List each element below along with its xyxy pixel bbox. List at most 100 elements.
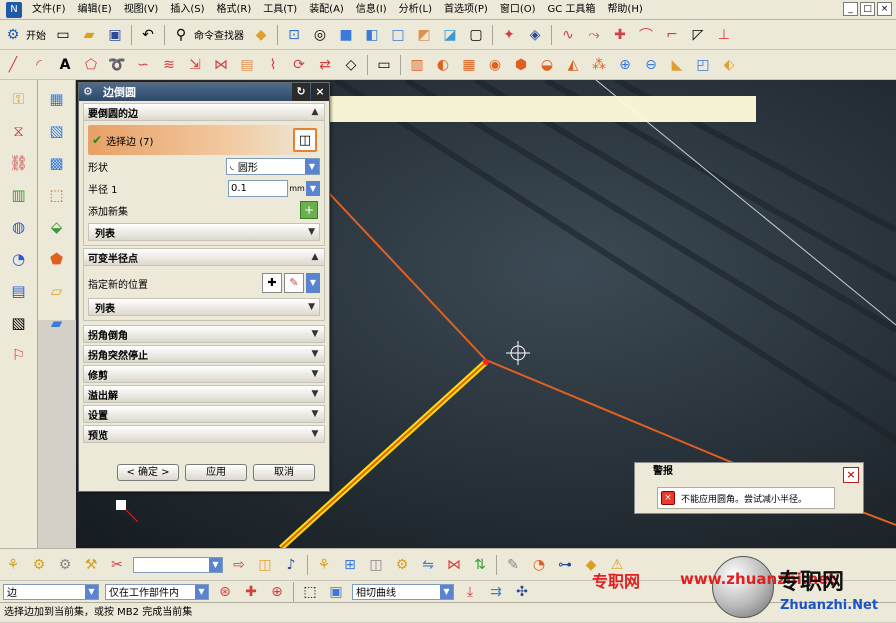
menu-help[interactable]: 帮助(H)	[601, 0, 648, 20]
save-icon[interactable]: ▣	[104, 24, 126, 46]
background-icon[interactable]: ▢	[465, 24, 487, 46]
component-filter-icon[interactable]: ✂	[106, 554, 128, 576]
wave-curve-icon[interactable]: ⌇	[262, 54, 284, 76]
datum-icon[interactable]: ◇	[340, 54, 362, 76]
menu-analysis[interactable]: 分析(L)	[393, 0, 438, 20]
clearance-icon[interactable]: ◫	[365, 554, 387, 576]
reset-icon[interactable]: ↻	[292, 83, 310, 101]
menu-gc-toolbox[interactable]: GC 工具箱	[542, 0, 602, 20]
move-component-icon[interactable]: ⇨	[228, 554, 250, 576]
follow-fillet-icon[interactable]: ⇉	[485, 581, 507, 603]
part-navigator-icon[interactable]: ⛓	[6, 150, 32, 176]
point-icon[interactable]: ◈	[524, 24, 546, 46]
shape-select[interactable]: ◟ 圆形 ▼	[226, 157, 320, 175]
menu-info[interactable]: 信息(I)	[350, 0, 393, 20]
rotate-view-icon[interactable]: ◎	[309, 24, 331, 46]
add-component-icon[interactable]: ⚙	[28, 554, 50, 576]
dimension-icon[interactable]: ⊥	[713, 24, 735, 46]
expand-down-icon[interactable]: ▼	[308, 367, 322, 381]
restore-button[interactable]: □	[860, 2, 875, 16]
snap-end-icon[interactable]: ✣	[511, 581, 533, 603]
draft-icon[interactable]: ◣	[666, 54, 688, 76]
through-curves-icon[interactable]: ▧	[44, 118, 70, 144]
menu-insert[interactable]: 插入(S)	[164, 0, 210, 20]
menu-assembly[interactable]: 装配(A)	[303, 0, 350, 20]
minimize-button[interactable]: _	[843, 2, 858, 16]
through-mesh-icon[interactable]: ▩	[44, 150, 70, 176]
palette-icon[interactable]: ▧	[6, 310, 32, 336]
menu-file[interactable]: 文件(F)	[26, 0, 72, 20]
menu-preferences[interactable]: 首选项(P)	[438, 0, 494, 20]
constraint-navigator-icon[interactable]: ⧖	[6, 118, 32, 144]
chevron-down-icon[interactable]: ▼	[440, 584, 453, 599]
menu-view[interactable]: 视图(V)	[118, 0, 165, 20]
start-icon[interactable]: ⚙	[2, 24, 24, 46]
collapse-up-icon[interactable]: ▲	[308, 105, 322, 119]
blend-icon[interactable]: ◒	[536, 54, 558, 76]
shaded-view-icon[interactable]: ■	[335, 24, 357, 46]
drafting-tool-icon[interactable]: ✎	[502, 554, 524, 576]
wireframe-icon[interactable]: □	[387, 24, 409, 46]
section-settings[interactable]: 设置 ▼	[83, 405, 325, 423]
apply-button[interactable]: 应用	[185, 464, 247, 481]
curve-icon[interactable]: ∿	[557, 24, 579, 46]
expand-down-icon[interactable]: ▼	[308, 427, 322, 441]
menu-tools[interactable]: 工具(T)	[257, 0, 303, 20]
align-icon[interactable]: ⇋	[417, 554, 439, 576]
section-stop-short[interactable]: 拐角突然停止 ▼	[83, 345, 325, 363]
n-sided-icon[interactable]: ⬟	[44, 246, 70, 272]
flip-icon[interactable]: ⋈	[443, 554, 465, 576]
type-filter-select[interactable]: 边 ▼	[3, 583, 99, 600]
shell-icon[interactable]: ▦	[458, 54, 480, 76]
trim-body-icon[interactable]: ◰	[692, 54, 714, 76]
add-set-icon[interactable]: +	[300, 201, 318, 219]
assembly-navigator-icon[interactable]: ⚿	[6, 86, 32, 112]
subtract-icon[interactable]: ⊖	[640, 54, 662, 76]
list-bar[interactable]: 列表 ▼	[88, 298, 320, 316]
helix-icon[interactable]: ➰	[106, 54, 128, 76]
section-view-icon[interactable]: ◩	[413, 24, 435, 46]
list-bar[interactable]: 列表 ▼	[88, 223, 320, 241]
extrude-icon[interactable]: ▥	[406, 54, 428, 76]
command-finder-label[interactable]: 命令查找器	[194, 27, 244, 42]
collapse-up-icon[interactable]: ▲	[308, 250, 322, 264]
start-label[interactable]: 开始	[26, 27, 46, 42]
expand-down-icon[interactable]: ▼	[308, 302, 315, 312]
point-menu-icon[interactable]: ▼	[306, 273, 320, 293]
hole-icon[interactable]: ◉	[484, 54, 506, 76]
system-materials-icon[interactable]: ▤	[6, 278, 32, 304]
point-snap-icon[interactable]: ✎	[284, 273, 304, 293]
reposition-icon[interactable]: ⚒	[80, 554, 102, 576]
alarm-close-icon[interactable]: ×	[843, 467, 859, 483]
offset-surface-icon[interactable]: ▰	[44, 310, 70, 336]
ruled-surface-icon[interactable]: ▦	[44, 86, 70, 112]
curve-rule-select[interactable]: 相切曲线 ▼	[352, 583, 454, 600]
fillet-active-icon[interactable]: ◔	[528, 554, 550, 576]
expand-down-icon[interactable]: ▼	[308, 407, 322, 421]
web-browser-icon[interactable]: ◍	[6, 214, 32, 240]
sew-icon[interactable]: ⬖	[718, 54, 740, 76]
transform-icon[interactable]: ⟳	[288, 54, 310, 76]
selection-scope-select[interactable]: 仅在工作部件内 ▼	[105, 583, 209, 600]
orient-view-icon[interactable]: ◪	[439, 24, 461, 46]
sequence-icon[interactable]: ♪	[280, 554, 302, 576]
section-edge-header[interactable]: 要倒圆的边 ▲	[83, 103, 325, 121]
intersect-icon[interactable]: ✚	[609, 24, 631, 46]
filter-icon[interactable]: ⊛	[214, 581, 236, 603]
roles-icon[interactable]: ⚐	[6, 342, 32, 368]
select-cube-icon[interactable]: ◫	[293, 128, 317, 152]
menu-edit[interactable]: 编辑(E)	[72, 0, 118, 20]
mate-icon[interactable]: ⚙	[54, 554, 76, 576]
extract-curve-icon[interactable]: ▤	[236, 54, 258, 76]
menu-format[interactable]: 格式(R)	[211, 0, 258, 20]
offset-curve-icon[interactable]: ≋	[158, 54, 180, 76]
clone-icon[interactable]: ⊞	[339, 554, 361, 576]
shaded-box-icon[interactable]: ◆	[250, 24, 272, 46]
trim-curve-icon[interactable]: ⤳	[583, 24, 605, 46]
feature-icon[interactable]: ▣	[325, 581, 347, 603]
iso-view-icon[interactable]: ◧	[361, 24, 383, 46]
assembly-tool-icon[interactable]: ⚘	[2, 554, 24, 576]
constraint-icon[interactable]: ⚙	[391, 554, 413, 576]
point-type-icon[interactable]: ⊕	[266, 581, 288, 603]
wave-link-icon[interactable]: ⚘	[313, 554, 335, 576]
